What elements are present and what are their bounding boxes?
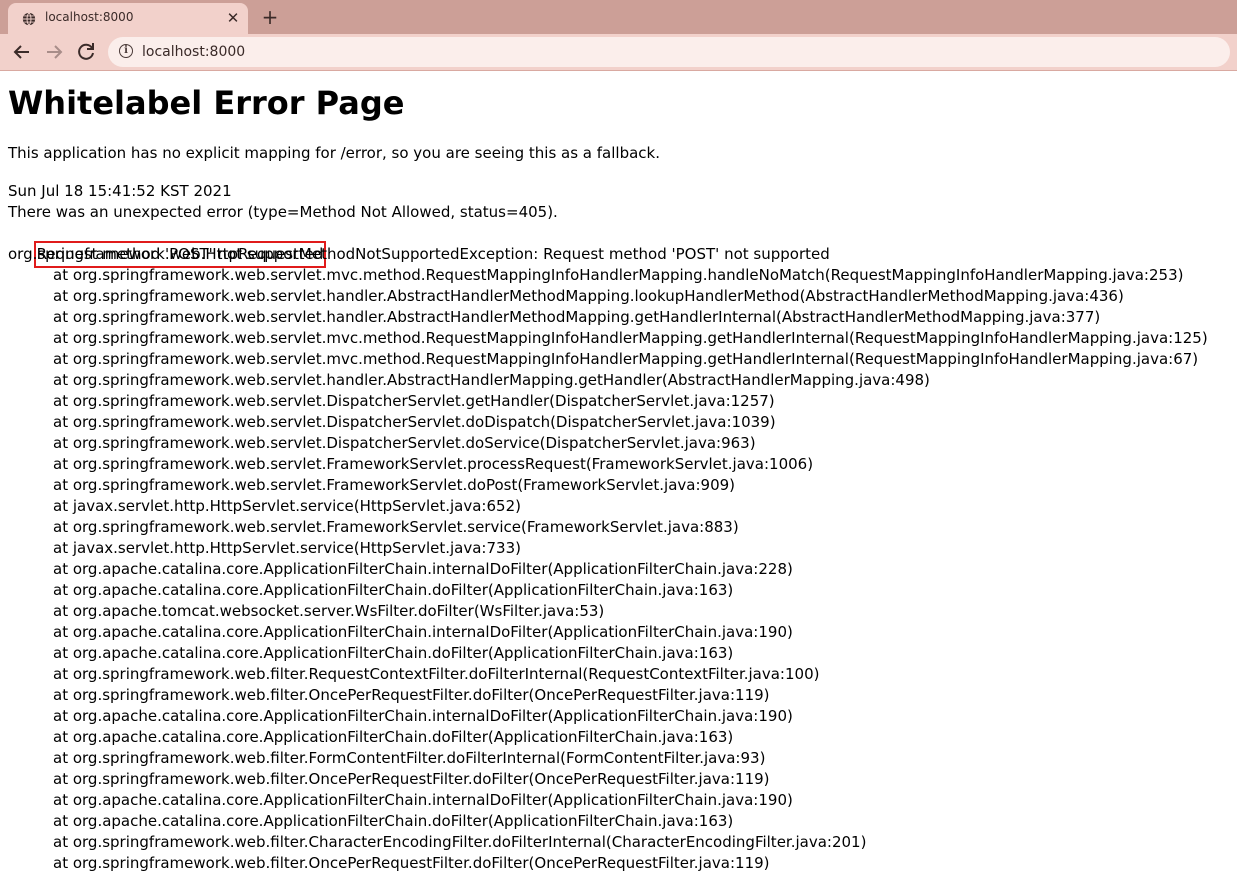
error-message-row: Request method 'POST' not supported xyxy=(8,223,1228,268)
stack-trace-line: at org.apache.catalina.core.ApplicationF… xyxy=(53,812,734,830)
exception-line: org.springframework.web.HttpRequestMetho… xyxy=(8,245,830,263)
reload-button[interactable] xyxy=(74,40,98,64)
close-tab-icon[interactable]: ✕ xyxy=(224,9,242,27)
new-tab-button[interactable]: + xyxy=(258,6,282,28)
stack-trace-line: at org.springframework.web.filter.OncePe… xyxy=(53,854,770,872)
url-text[interactable]: localhost:8000 xyxy=(142,44,245,60)
arrow-right-icon xyxy=(47,45,63,59)
arrow-left-icon xyxy=(13,45,29,59)
reload-icon xyxy=(78,43,94,60)
stack-trace-line: at org.apache.tomcat.websocket.server.Ws… xyxy=(53,602,605,620)
stack-trace-line: at javax.servlet.http.HttpServlet.servic… xyxy=(53,497,521,515)
error-timestamp: Sun Jul 18 15:41:52 KST 2021 xyxy=(8,182,232,200)
stack-trace-line: at javax.servlet.http.HttpServlet.servic… xyxy=(53,539,521,557)
stack-trace-line: at org.springframework.web.servlet.handl… xyxy=(53,308,1101,326)
page-content: Whitelabel Error Page This application h… xyxy=(8,70,1228,874)
tab-title: localhost:8000 xyxy=(45,10,134,24)
stack-trace-line: at org.apache.catalina.core.ApplicationF… xyxy=(53,728,734,746)
error-status-line: There was an unexpected error (type=Meth… xyxy=(8,203,558,221)
stack-trace-line: at org.apache.catalina.core.ApplicationF… xyxy=(53,644,734,662)
stack-trace-line: at org.springframework.web.servlet.mvc.m… xyxy=(53,329,1208,347)
back-button[interactable] xyxy=(10,40,34,64)
browser-toolbar: i localhost:8000 xyxy=(0,34,1237,71)
stack-trace-line: at org.springframework.web.servlet.handl… xyxy=(53,371,930,389)
stack-trace-line: at org.springframework.web.servlet.Frame… xyxy=(53,476,736,494)
browser-tab-strip: localhost:8000 ✕ + xyxy=(0,0,1237,34)
stack-trace-line: at org.springframework.web.servlet.Dispa… xyxy=(53,413,776,431)
stack-trace-line: at org.springframework.web.filter.FormCo… xyxy=(53,749,766,767)
browser-tab[interactable]: localhost:8000 ✕ xyxy=(8,3,248,34)
globe-icon xyxy=(22,12,36,26)
stack-trace-line: at org.apache.catalina.core.ApplicationF… xyxy=(53,707,793,725)
address-bar[interactable]: i localhost:8000 xyxy=(108,37,1230,67)
stack-trace-line: at org.springframework.web.servlet.mvc.m… xyxy=(53,350,1199,368)
stack-trace-line: at org.springframework.web.servlet.Dispa… xyxy=(53,392,775,410)
page-description: This application has no explicit mapping… xyxy=(8,144,660,162)
stack-trace-line: at org.apache.catalina.core.ApplicationF… xyxy=(53,560,793,578)
stack-trace-line: at org.springframework.web.filter.Reques… xyxy=(53,665,820,683)
stack-trace-line: at org.springframework.web.servlet.handl… xyxy=(53,287,1124,305)
forward-button[interactable] xyxy=(42,40,66,64)
error-details: Sun Jul 18 15:41:52 KST 2021 There was a… xyxy=(8,181,1228,874)
stack-trace-line: at org.springframework.web.servlet.mvc.m… xyxy=(53,266,1184,284)
stack-trace-line: at org.springframework.web.servlet.Frame… xyxy=(53,455,814,473)
stack-trace-line: at org.apache.catalina.core.ApplicationF… xyxy=(53,623,793,641)
stack-trace-line: at org.springframework.web.filter.OncePe… xyxy=(53,686,770,704)
stack-trace-line: at org.springframework.web.servlet.Dispa… xyxy=(53,434,756,452)
stack-trace: at org.springframework.web.servlet.mvc.m… xyxy=(8,265,1228,874)
stack-trace-line: at org.apache.catalina.core.ApplicationF… xyxy=(53,581,734,599)
stack-trace-line: at org.springframework.web.servlet.Frame… xyxy=(53,518,739,536)
stack-trace-line: at org.springframework.web.filter.Charac… xyxy=(53,833,867,851)
info-icon[interactable]: i xyxy=(119,44,133,58)
page-title: Whitelabel Error Page xyxy=(8,84,405,122)
stack-trace-line: at org.apache.catalina.core.ApplicationF… xyxy=(53,791,793,809)
stack-trace-line: at org.springframework.web.filter.OncePe… xyxy=(53,770,770,788)
